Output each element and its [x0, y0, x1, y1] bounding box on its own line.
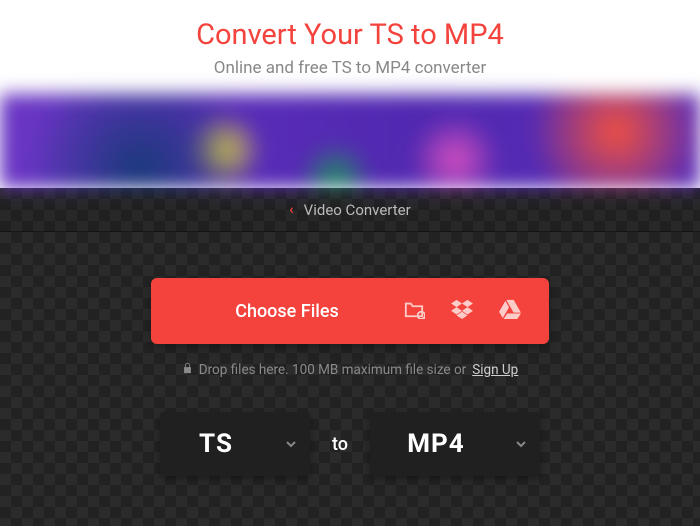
browse-folder-icon[interactable] — [403, 299, 425, 323]
converter-panel: ‹ Video Converter Choose Files — [0, 188, 700, 526]
page-subtitle: Online and free TS to MP4 converter — [0, 58, 700, 78]
header: Convert Your TS to MP4 Online and free T… — [0, 0, 700, 94]
signup-link[interactable]: Sign Up — [472, 362, 518, 378]
breadcrumb[interactable]: ‹ Video Converter — [0, 188, 700, 232]
to-format-label: MP4 — [370, 429, 502, 459]
chevron-down-icon — [502, 439, 540, 449]
chevron-down-icon — [272, 439, 310, 449]
source-icons — [403, 299, 549, 323]
lock-icon — [182, 362, 193, 378]
dropbox-icon[interactable] — [451, 299, 473, 323]
drop-hint-text: Drop files here. 100 MB maximum file siz… — [199, 362, 466, 378]
breadcrumb-label: Video Converter — [304, 201, 411, 219]
to-label: to — [332, 434, 348, 455]
from-format-label: TS — [160, 429, 272, 459]
ad-banner[interactable] — [0, 94, 700, 188]
drop-hint: Drop files here. 100 MB maximum file siz… — [182, 362, 519, 378]
choose-files-label: Choose Files — [235, 301, 339, 322]
choose-files-button[interactable]: Choose Files — [151, 301, 403, 322]
format-row: TS to MP4 — [160, 412, 540, 476]
choose-files-bar: Choose Files — [151, 278, 549, 344]
page-title: Convert Your TS to MP4 — [0, 18, 700, 52]
back-chevron-icon: ‹ — [289, 202, 293, 218]
from-format-select[interactable]: TS — [160, 412, 310, 476]
google-drive-icon[interactable] — [499, 299, 521, 323]
to-format-select[interactable]: MP4 — [370, 412, 540, 476]
